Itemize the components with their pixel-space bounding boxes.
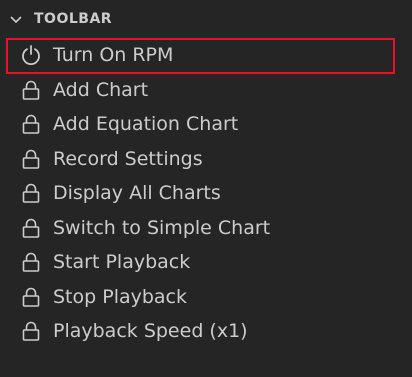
toolbar-item-label: Stop Playback (53, 285, 188, 308)
toolbar-item-label: Turn On RPM (53, 44, 174, 66)
lock-icon (22, 218, 40, 238)
toolbar-item-label: Display All Charts (53, 182, 221, 204)
lock-icon (22, 252, 40, 272)
section-title: TOOLBAR (34, 11, 113, 27)
toolbar-item-display-all-charts[interactable]: Display All Charts (0, 176, 412, 211)
lock-icon (22, 321, 40, 341)
toolbar-item-label: Record Settings (53, 147, 203, 170)
toolbar-panel: TOOLBAR Turn On RPM Add Chart Add Equati… (0, 0, 412, 377)
power-icon (22, 45, 40, 66)
toolbar-item-label: Playback Speed (x1) (53, 320, 248, 342)
toolbar-item-record-settings[interactable]: Record Settings (0, 142, 412, 177)
toolbar-item-label: Add Chart (53, 78, 149, 101)
toolbar-item-label: Switch to Simple Chart (53, 216, 271, 239)
lock-icon (22, 183, 40, 203)
lock-icon (22, 80, 40, 100)
toolbar-item-add-chart[interactable]: Add Chart (0, 73, 412, 108)
toolbar-item-start-playback[interactable]: Start Playback (0, 245, 412, 280)
lock-icon (22, 287, 40, 307)
toolbar-item-list: Turn On RPM Add Chart Add Equation Chart… (0, 38, 412, 349)
toolbar-item-label: Add Equation Chart (53, 113, 239, 135)
lock-icon (22, 114, 40, 134)
toolbar-item-label: Start Playback (53, 251, 191, 273)
toolbar-item-playback-speed[interactable]: Playback Speed (x1) (0, 314, 412, 349)
chevron-down-icon[interactable] (8, 12, 24, 28)
toolbar-section-header[interactable]: TOOLBAR (0, 6, 412, 34)
toolbar-item-turn-on-rpm[interactable]: Turn On RPM (0, 38, 412, 73)
toolbar-item-add-equation-chart[interactable]: Add Equation Chart (0, 107, 412, 142)
lock-icon (22, 149, 40, 169)
toolbar-item-switch-to-simple-chart[interactable]: Switch to Simple Chart (0, 211, 412, 246)
toolbar-item-stop-playback[interactable]: Stop Playback (0, 280, 412, 315)
